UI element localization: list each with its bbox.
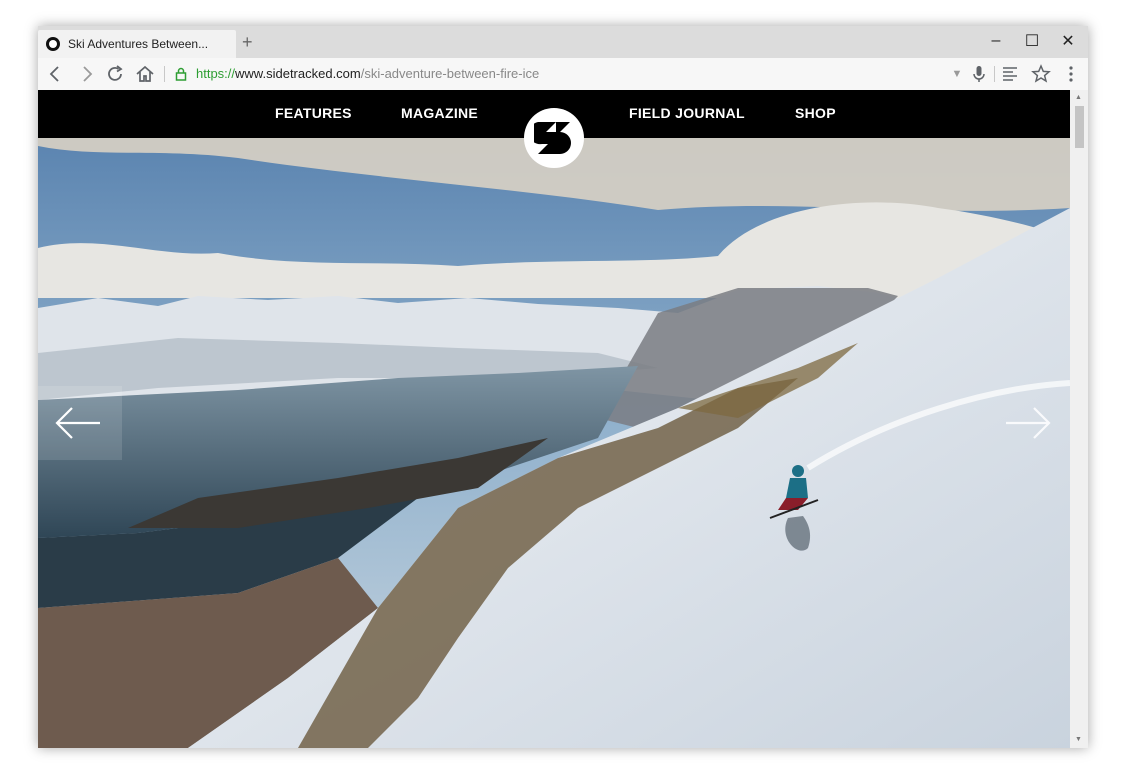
back-icon[interactable] [44,63,66,85]
scrollbar-thumb[interactable] [1075,106,1084,148]
minimize-button[interactable]: – [978,26,1014,56]
nav-shop[interactable]: SHOP [795,105,836,121]
forward-icon[interactable] [76,63,98,85]
browser-window: Ski Adventures Between... + – ☐ ✕ https:… [38,26,1088,748]
next-slide-button[interactable] [994,386,1070,460]
close-button[interactable]: ✕ [1050,26,1086,56]
scroll-up-icon[interactable]: ▲ [1075,94,1082,101]
url-scheme: https:// [196,66,236,81]
sidetracked-logo[interactable] [524,108,584,168]
web-page: FEATURES MAGAZINE FIELD JOURNAL SHOP [38,90,1070,748]
scroll-down-icon[interactable]: ▼ [1075,736,1082,743]
arrow-right-icon [1006,407,1051,439]
reader-mode-icon[interactable] [999,63,1021,85]
logo-mark-icon [534,122,571,154]
lock-icon [175,67,187,81]
maximize-button[interactable]: ☐ [1014,26,1050,56]
arrow-left-icon [55,407,100,439]
favicon-icon [46,37,60,51]
prev-slide-button[interactable] [38,386,122,460]
address-toolbar: https://www.sidetracked.com/ski-adventur… [38,58,1088,91]
toolbar-separator [164,66,165,82]
hero-image [38,138,1070,748]
url-path: /ski-adventure-between-fire-ice [360,66,540,81]
url-host: www.sidetracked.com [235,66,361,81]
browser-tab[interactable]: Ski Adventures Between... [38,30,236,58]
new-tab-button[interactable]: + [242,32,253,52]
nav-features[interactable]: FEATURES [275,105,352,121]
home-icon[interactable] [134,63,156,85]
tab-title: Ski Adventures Between... [68,37,209,51]
menu-icon[interactable] [1060,63,1082,85]
nav-magazine[interactable]: MAGAZINE [401,105,478,121]
star-icon[interactable] [1030,63,1052,85]
page-scrollbar[interactable]: ▲ ▼ [1070,90,1088,748]
toolbar-separator [994,66,995,82]
title-bar: Ski Adventures Between... + – ☐ ✕ [38,26,1088,58]
reload-icon[interactable] [104,63,126,85]
dropdown-icon[interactable]: ▼ [946,63,968,85]
microphone-icon[interactable] [968,63,990,85]
address-bar[interactable]: https://www.sidetracked.com/ski-adventur… [196,66,539,81]
nav-field-journal[interactable]: FIELD JOURNAL [629,105,745,121]
